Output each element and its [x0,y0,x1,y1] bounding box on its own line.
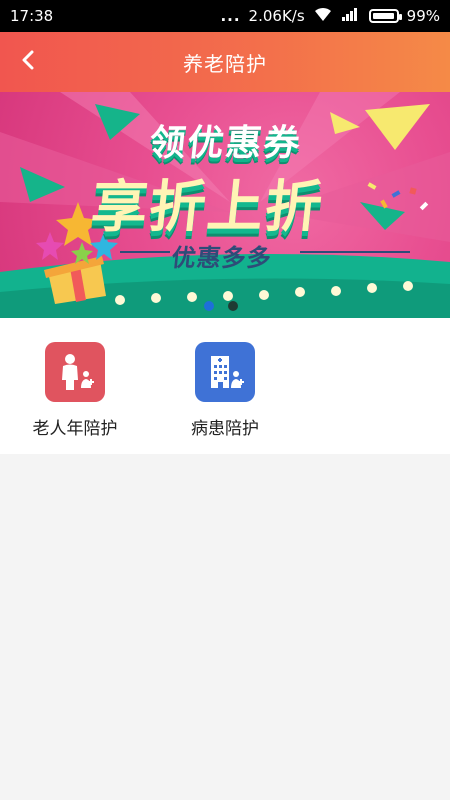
carousel-indicators [204,301,238,311]
service-patient-care[interactable]: 病患陪护 [160,342,290,439]
hospital-building-add-icon [195,342,255,402]
wifi-icon [313,6,333,26]
page-title: 养老陪护 [183,51,267,76]
service-menu: 老人年陪护 病患陪护 [0,318,450,454]
back-button[interactable] [8,42,48,82]
app-header: 养老陪护 [0,32,450,92]
elderly-person-add-icon [45,342,105,402]
banner-headline-1: 领优惠券 [147,123,304,164]
service-elderly-care[interactable]: 老人年陪护 [10,342,140,439]
promo-banner[interactable]: 领优惠券 享折上折 优惠多多 [0,92,450,318]
network-speed: 2.06K/s [248,7,305,25]
status-bar: 17:38 ... 2.06K/s 99% [0,0,450,32]
battery-percent: 99% [406,7,440,25]
battery-icon [368,9,402,23]
carousel-dot[interactable] [204,301,214,311]
carousel-dot[interactable] [228,301,238,311]
status-right: ... 2.06K/s 99% [220,6,440,26]
chevron-left-icon [21,50,35,74]
service-label: 病患陪护 [191,419,259,439]
service-label: 老人年陪护 [32,419,118,439]
more-dots: ... [220,7,241,25]
banner-headline-2: 享折上折 [88,175,327,240]
battery-fill [372,13,395,19]
status-time: 17:38 [10,7,54,25]
signal-icon [341,7,361,25]
banner-subtitle: 优惠多多 [170,244,274,272]
